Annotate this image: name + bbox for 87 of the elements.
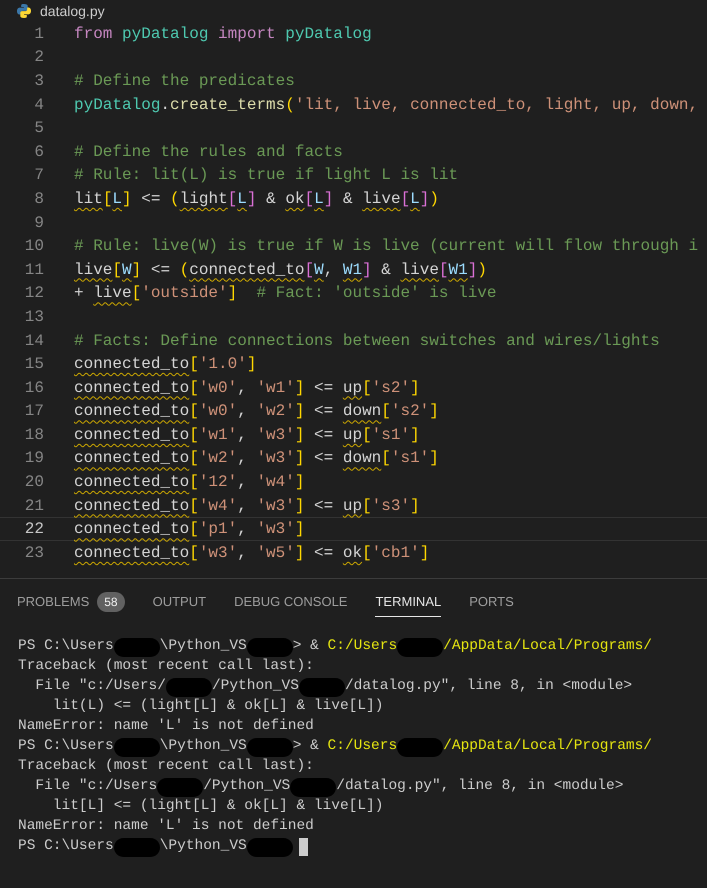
line-number: 12 bbox=[24, 283, 45, 304]
code-line: # Rule: live(W) is true if W is live (current will flow through i bbox=[74, 236, 698, 258]
terminal-text: /Python_VS bbox=[212, 677, 299, 696]
redaction-mark bbox=[298, 678, 345, 696]
panel-tab[interactable]: PROBLEMS 58 bbox=[17, 587, 125, 617]
line-number: 14 bbox=[24, 330, 45, 352]
terminal-text: \Python_VS bbox=[160, 837, 247, 856]
redaction-mark bbox=[157, 778, 204, 796]
terminal-path: /AppData/Local/Programs/ bbox=[443, 637, 652, 656]
code-line: connected_to['w2', 'w3'] <= down['s1'] bbox=[74, 448, 439, 470]
code-line: # Rule: lit(L) is true if light L is lit bbox=[74, 165, 458, 186]
line-number: 7 bbox=[33, 165, 45, 186]
terminal-text: > & bbox=[292, 737, 320, 756]
code-line: lit[L] <= (light[L] & ok[L] & live[L]) bbox=[74, 188, 439, 210]
line-number: 15 bbox=[24, 354, 45, 376]
redaction-mark bbox=[397, 638, 444, 656]
code-line: connected_to['w0', 'w2'] <= down['s2'] bbox=[74, 401, 439, 422]
terminal-text: \Python_VS bbox=[160, 737, 247, 756]
line-number: 1 bbox=[33, 24, 45, 45]
code-line: live[W] <= (connected_to[W, W1] & live[W1]) bbox=[74, 260, 487, 281]
terminal-path: /AppData/Local/Programs/ bbox=[443, 737, 652, 756]
redaction-mark bbox=[114, 838, 160, 856]
code-line: # Define the predicates bbox=[74, 70, 295, 92]
panel-tab[interactable]: TERMINAL bbox=[375, 587, 442, 617]
terminal-text: /Python_VS bbox=[203, 777, 290, 796]
redaction-mark bbox=[397, 738, 444, 756]
terminal-text: lit(L) <= (light[L] & ok[L] & live[L]) bbox=[52, 697, 384, 716]
line-number: 5 bbox=[33, 118, 45, 140]
panel-tab[interactable]: PORTS bbox=[469, 587, 514, 617]
line-number: 8 bbox=[33, 188, 45, 210]
line-number: 22 bbox=[24, 519, 45, 540]
line-number: 4 bbox=[33, 94, 45, 116]
line-number: 19 bbox=[24, 448, 45, 470]
line-number: 16 bbox=[24, 378, 45, 399]
line-number: 9 bbox=[33, 212, 45, 234]
line-number: 2 bbox=[33, 47, 45, 68]
terminal-text: /datalog.py", line 8, in <module> bbox=[344, 677, 632, 696]
terminal-text: NameError: name 'L' is not defined bbox=[18, 817, 314, 836]
redaction-mark bbox=[246, 638, 293, 656]
terminal-text: File "c:/Users/ bbox=[34, 677, 166, 696]
code-line: connected_to['p1', 'w3'] bbox=[74, 519, 304, 540]
code-line: connected_to['w4', 'w3'] <= up['s3'] bbox=[74, 496, 420, 517]
terminal-text: PS C:\Users bbox=[18, 737, 114, 756]
terminal-text: lit[L] <= (light[L] & ok[L] & live[L]) bbox=[52, 797, 384, 816]
terminal-path: C:/Users bbox=[328, 737, 398, 756]
code-line: connected_to['w0', 'w1'] <= up['s2'] bbox=[74, 378, 420, 399]
redaction-mark bbox=[246, 738, 293, 756]
redaction-mark bbox=[166, 678, 212, 696]
problems-count-badge: 58 bbox=[97, 592, 125, 612]
redaction-mark bbox=[290, 778, 336, 796]
terminal-cursor bbox=[298, 838, 308, 856]
line-number: 20 bbox=[24, 472, 45, 494]
line-number: 3 bbox=[33, 70, 45, 92]
redaction-mark bbox=[246, 838, 293, 856]
code-line: connected_to['w1', 'w3'] <= up['s1'] bbox=[74, 424, 420, 446]
line-number: 17 bbox=[24, 401, 45, 422]
code-line: # Facts: Define connections between switches and wires/lights bbox=[74, 330, 660, 352]
line-number: 13 bbox=[24, 306, 45, 328]
file-tab-title[interactable]: datalog.py bbox=[40, 0, 105, 22]
line-number: 6 bbox=[33, 142, 45, 163]
terminal-path: C:/Users bbox=[328, 637, 398, 656]
code-line: + live['outside'] # Fact: 'outside' is live bbox=[74, 283, 496, 304]
terminal-text: File "c:/Users bbox=[34, 777, 158, 796]
terminal-text: > & bbox=[292, 637, 320, 656]
line-number: 18 bbox=[24, 424, 45, 446]
line-number: 11 bbox=[24, 260, 45, 281]
terminal-text: Traceback (most recent call last): bbox=[18, 657, 314, 676]
terminal-text: \Python_VS bbox=[160, 637, 247, 656]
line-number: 21 bbox=[24, 496, 45, 517]
terminal-text: Traceback (most recent call last): bbox=[18, 757, 314, 776]
terminal-text: NameError: name 'L' is not defined bbox=[18, 717, 314, 736]
redaction-mark bbox=[114, 638, 160, 656]
panel-tab[interactable]: OUTPUT bbox=[152, 587, 206, 617]
code-line: connected_to['12', 'w4'] bbox=[74, 472, 304, 494]
terminal-text: PS C:\Users bbox=[18, 637, 114, 656]
line-number: 23 bbox=[24, 542, 45, 564]
code-line: # Define the rules and facts bbox=[74, 142, 343, 163]
terminal-text: /datalog.py", line 8, in <module> bbox=[336, 777, 624, 796]
terminal-text: PS C:\Users bbox=[18, 837, 114, 856]
python-file-icon bbox=[16, 3, 32, 19]
panel-tab[interactable]: DEBUG CONSOLE bbox=[234, 587, 348, 617]
code-line: pyDatalog.create_terms('lit, live, connected_to, light, up, down, bbox=[74, 94, 698, 116]
line-number: 10 bbox=[24, 236, 45, 258]
code-line: connected_to['1.0'] bbox=[74, 354, 256, 376]
redaction-mark bbox=[114, 738, 160, 756]
code-line: connected_to['w3', 'w5'] <= ok['cb1'] bbox=[74, 542, 430, 564]
code-line: from pyDatalog import pyDatalog bbox=[74, 24, 372, 45]
